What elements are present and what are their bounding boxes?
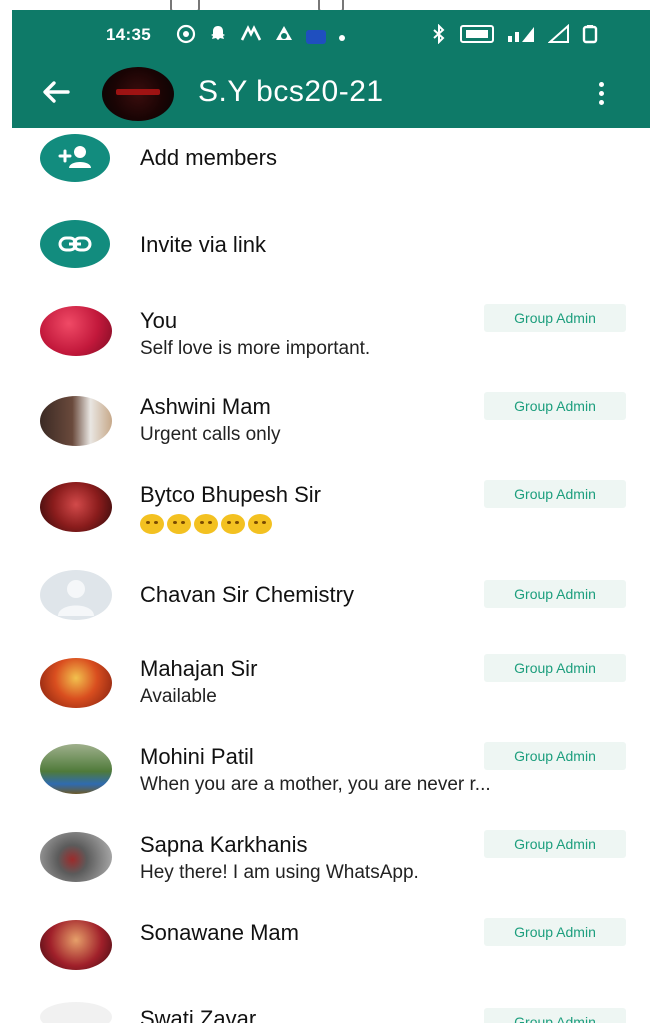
status-emojis bbox=[140, 514, 272, 534]
notification-icons bbox=[176, 24, 346, 49]
member-row[interactable]: Bytco Bhupesh Sir Group Admin bbox=[0, 476, 656, 556]
avatar bbox=[40, 920, 112, 970]
member-row[interactable]: Mahajan Sir Available Group Admin bbox=[0, 650, 656, 730]
member-name: Bytco Bhupesh Sir bbox=[140, 482, 321, 507]
grimace-emoji-icon bbox=[221, 514, 245, 534]
drive-icon bbox=[274, 24, 294, 49]
avatar bbox=[40, 306, 112, 356]
admin-badge: Group Admin bbox=[484, 654, 626, 682]
avatar bbox=[40, 1002, 112, 1023]
grimace-emoji-icon bbox=[167, 514, 191, 534]
member-row[interactable]: You Self love is more important. Group A… bbox=[0, 300, 656, 380]
wifi-icon bbox=[547, 23, 570, 49]
link-icon bbox=[40, 220, 110, 268]
member-status: Urgent calls only bbox=[140, 424, 281, 445]
member-name: Swati Zavar bbox=[140, 1006, 257, 1023]
signal-icon bbox=[506, 24, 536, 49]
group-info-screen: 14:35 S.Y bcs20-21 Add members Invite vi… bbox=[0, 0, 656, 1023]
status-time: 14:35 bbox=[106, 25, 151, 44]
admin-badge: Group Admin bbox=[484, 480, 626, 508]
nav-bar-remnant bbox=[0, 0, 656, 12]
member-status: Hey there! I am using WhatsApp. bbox=[140, 862, 419, 883]
grimace-emoji-icon bbox=[248, 514, 272, 534]
member-name: Mohini Patil bbox=[140, 744, 254, 769]
grimace-emoji-icon bbox=[194, 514, 218, 534]
back-arrow-icon[interactable] bbox=[40, 76, 72, 108]
member-row[interactable]: Sonawane Mam Group Admin bbox=[0, 914, 656, 994]
whatsapp-icon bbox=[176, 24, 196, 49]
member-name: You bbox=[140, 308, 178, 333]
member-row[interactable]: Ashwini Mam Urgent calls only Group Admi… bbox=[0, 388, 656, 468]
add-members-label: Add members bbox=[140, 145, 277, 170]
avatar bbox=[40, 832, 112, 882]
grimace-emoji-icon bbox=[140, 514, 164, 534]
bluetooth-icon bbox=[430, 23, 448, 49]
add-members-row[interactable]: Add members bbox=[0, 128, 656, 190]
avatar bbox=[40, 482, 112, 532]
member-row[interactable]: Swati Zavar Group Admin bbox=[0, 1002, 656, 1023]
member-status: When you are a mother, you are never r..… bbox=[140, 774, 491, 795]
member-row[interactable]: Chavan Sir Chemistry Group Admin bbox=[0, 564, 656, 644]
admin-badge: Group Admin bbox=[484, 742, 626, 770]
volte-icon bbox=[460, 25, 494, 48]
member-row[interactable]: Mohini Patil When you are a mother, you … bbox=[0, 738, 656, 818]
group-avatar[interactable] bbox=[102, 67, 174, 121]
title-bar: S.Y bcs20-21 bbox=[12, 62, 650, 128]
app-notification-icon bbox=[306, 29, 326, 44]
admin-badge: Group Admin bbox=[484, 580, 626, 608]
admin-badge: Group Admin bbox=[484, 1008, 626, 1023]
share-icon bbox=[240, 24, 262, 49]
avatar bbox=[40, 744, 112, 794]
add-person-icon bbox=[40, 134, 110, 182]
group-title[interactable]: S.Y bcs20-21 bbox=[198, 75, 384, 109]
snapchat-icon bbox=[208, 24, 228, 49]
member-row[interactable]: Sapna Karkhanis Hey there! I am using Wh… bbox=[0, 826, 656, 906]
member-name: Mahajan Sir bbox=[140, 656, 258, 681]
admin-badge: Group Admin bbox=[484, 918, 626, 946]
invite-link-label: Invite via link bbox=[140, 232, 266, 257]
member-name: Sonawane Mam bbox=[140, 920, 299, 945]
admin-badge: Group Admin bbox=[484, 392, 626, 420]
invite-link-row[interactable]: Invite via link bbox=[0, 216, 656, 278]
member-status: Self love is more important. bbox=[140, 338, 371, 359]
admin-badge: Group Admin bbox=[484, 304, 626, 332]
more-options-icon[interactable] bbox=[598, 82, 606, 108]
battery-icon bbox=[582, 24, 598, 49]
admin-badge: Group Admin bbox=[484, 830, 626, 858]
status-bar: 14:35 bbox=[12, 10, 650, 62]
member-name: Sapna Karkhanis bbox=[140, 832, 308, 857]
avatar bbox=[40, 658, 112, 708]
member-name: Chavan Sir Chemistry bbox=[140, 582, 354, 607]
avatar bbox=[40, 396, 112, 446]
notification-dot-icon bbox=[338, 26, 346, 47]
system-icons bbox=[430, 23, 598, 49]
default-avatar-icon bbox=[40, 570, 112, 620]
member-status: Available bbox=[140, 686, 217, 707]
member-name: Ashwini Mam bbox=[140, 394, 271, 419]
app-bar: 14:35 S.Y bcs20-21 bbox=[12, 10, 650, 128]
